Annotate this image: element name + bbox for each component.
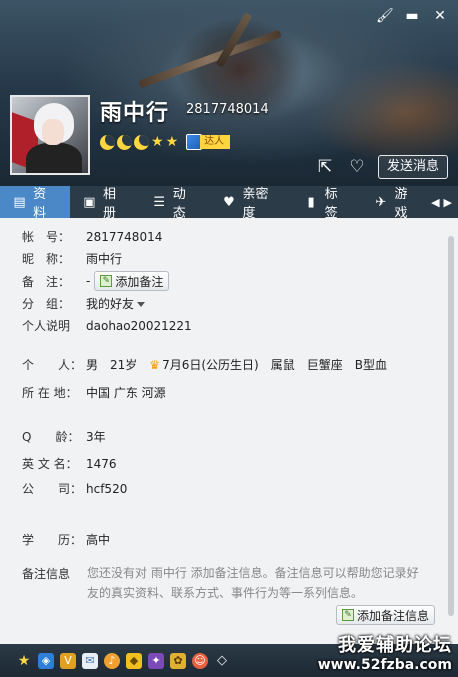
education-value: 高中 (86, 533, 111, 547)
photo-album-icon: ▣ (83, 194, 96, 210)
talent-label: 达人 (200, 135, 231, 149)
account-row: 帐 号： 2817748014 (22, 229, 163, 245)
moon-icon (134, 134, 149, 150)
blood-type-value: B型血 (354, 358, 387, 372)
qage-row: Q 龄： 3年 (22, 430, 106, 444)
scrollbar[interactable] (448, 236, 454, 616)
location-value: 中国 广东 河源 (86, 386, 166, 400)
minimize-icon[interactable]: ▬ (404, 8, 420, 24)
constellation-value: 巨蟹座 (306, 358, 343, 372)
moon-icon (100, 134, 115, 150)
moon-icon (117, 134, 132, 150)
nickname-row: 昵 称： 雨中行 (22, 252, 123, 266)
gender-value: 男 (86, 358, 99, 372)
edit-note-icon: ✎ (100, 275, 113, 287)
nickname-title: 雨中行 (100, 101, 170, 126)
tab-intimacy[interactable]: ♥ 亲密度 (209, 186, 291, 221)
tab-album[interactable]: ▣ 相册 (70, 186, 140, 221)
header-actions: ⇱ ♡ 发送消息 (314, 155, 448, 179)
tab-profile[interactable]: ▤ 资料 (0, 186, 70, 221)
zodiac-value: 属鼠 (270, 358, 295, 372)
shield-icon[interactable]: ◈ (38, 652, 54, 669)
talent-badge[interactable]: 达人 (186, 134, 231, 150)
music-icon[interactable]: ♪ (104, 652, 120, 669)
avatar[interactable] (10, 95, 90, 175)
profile-card-icon: ▤ (13, 194, 26, 210)
group-select[interactable]: 我的好友 (86, 295, 146, 312)
close-icon[interactable]: ✕ (432, 8, 448, 24)
tab-scroll-arrows: ◀ ▶ (431, 196, 458, 209)
remark-row: 备 注： - ✎ 添加备注 (22, 271, 170, 291)
game-icon: ✈ (375, 194, 387, 210)
profile-header: 🖌 ▬ ✕ 雨中行 2817748014 ★ ★ 达人 ⇱ ♡ 发送消息 (0, 0, 458, 186)
age-value: 21岁 (110, 358, 138, 372)
bio-row: 个人说明 daohao20021221 (22, 318, 192, 334)
tab-feed[interactable]: ☰ 动态 (140, 186, 210, 221)
star-icon[interactable]: ★ (16, 653, 32, 669)
share-icon[interactable]: ⇱ (314, 156, 336, 178)
service-icon-bar: ★ ◈ V ✉ ♪ ◆ ✦ ✿ ☺ ◇ 我爱辅助论坛 www.52fzba.co… (0, 635, 458, 677)
pet-icon[interactable]: ✿ (170, 652, 186, 669)
star-icon: ★ (165, 133, 179, 150)
bookmark-icon: ▮ (307, 194, 315, 210)
tab-scroll-right-icon[interactable]: ▶ (444, 196, 452, 209)
heart-icon: ♥ (223, 194, 235, 210)
location-row: 所 在 地： 中国 广东 河源 (22, 386, 166, 400)
brush-icon[interactable]: 🖌 (376, 8, 394, 24)
account-value: 2817748014 (86, 229, 163, 244)
crown-icon: ♛ (149, 357, 161, 372)
feed-list-icon: ☰ (153, 194, 165, 210)
group-row: 分 组： 我的好友 (22, 295, 146, 312)
company-row: 公 司： hcf520 (22, 481, 128, 497)
bio-value: daohao20021221 (86, 318, 192, 333)
profile-details: 帐 号： 2817748014 昵 称： 雨中行 备 注： - ✎ 添加备注 分… (0, 218, 458, 644)
wizard-icon[interactable]: ✦ (148, 652, 164, 669)
tab-scroll-left-icon[interactable]: ◀ (431, 196, 439, 209)
vip-icon[interactable]: V (60, 652, 76, 669)
qage-value: 3年 (86, 430, 106, 444)
note-info-label: 备注信息 (22, 567, 71, 581)
english-name-row: 英 文 名： 1476 (22, 456, 117, 472)
avatar-face-icon[interactable]: ☺ (192, 652, 208, 669)
diamond-icon[interactable]: ◇ (214, 653, 230, 669)
add-favorite-icon[interactable]: ♡ (346, 156, 368, 178)
tab-games[interactable]: ✈ 游戏 (361, 186, 431, 221)
qq-number: 2817748014 (186, 102, 269, 117)
note-info-row: 备注信息 (22, 565, 86, 582)
add-remark-button[interactable]: ✎ 添加备注 (94, 271, 170, 291)
education-row: 学 历： 高中 (22, 533, 111, 547)
level-icons[interactable]: ★ ★ 达人 (100, 133, 231, 150)
add-note-info-button[interactable]: ✎ 添加备注信息 (336, 605, 436, 625)
watermark: 我爱辅助论坛 www.52fzba.com (317, 635, 452, 673)
english-name-value: 1476 (86, 456, 117, 471)
chevron-down-icon (137, 302, 146, 307)
tab-tags[interactable]: ▮ 标签 (292, 186, 362, 221)
security-icon[interactable]: ◆ (126, 652, 142, 669)
personal-row: 个 人： 男 21岁 ♛ 7月6日(公历生日) 属鼠 巨蟹座 B型血 (22, 357, 387, 373)
nickname-value: 雨中行 (86, 252, 123, 266)
company-value: hcf520 (86, 481, 128, 496)
remark-value: - (86, 274, 91, 288)
edit-note-icon: ✎ (342, 609, 354, 621)
mail-icon[interactable]: ✉ (82, 652, 98, 669)
note-info-text: 您还没有对 雨中行 添加备注信息。备注信息可以帮助您记录好友的真实资料、联系方式… (87, 566, 419, 600)
window-controls: 🖌 ▬ ✕ (376, 8, 448, 24)
birthday-value: 7月6日(公历生日) (162, 358, 259, 372)
star-icon: ★ (151, 133, 164, 150)
profile-tabs: ▤ 资料 ▣ 相册 ☰ 动态 ♥ 亲密度 ▮ 标签 ✈ 游戏 ◀ ▶ (0, 186, 458, 221)
send-message-button[interactable]: 发送消息 (377, 155, 448, 179)
